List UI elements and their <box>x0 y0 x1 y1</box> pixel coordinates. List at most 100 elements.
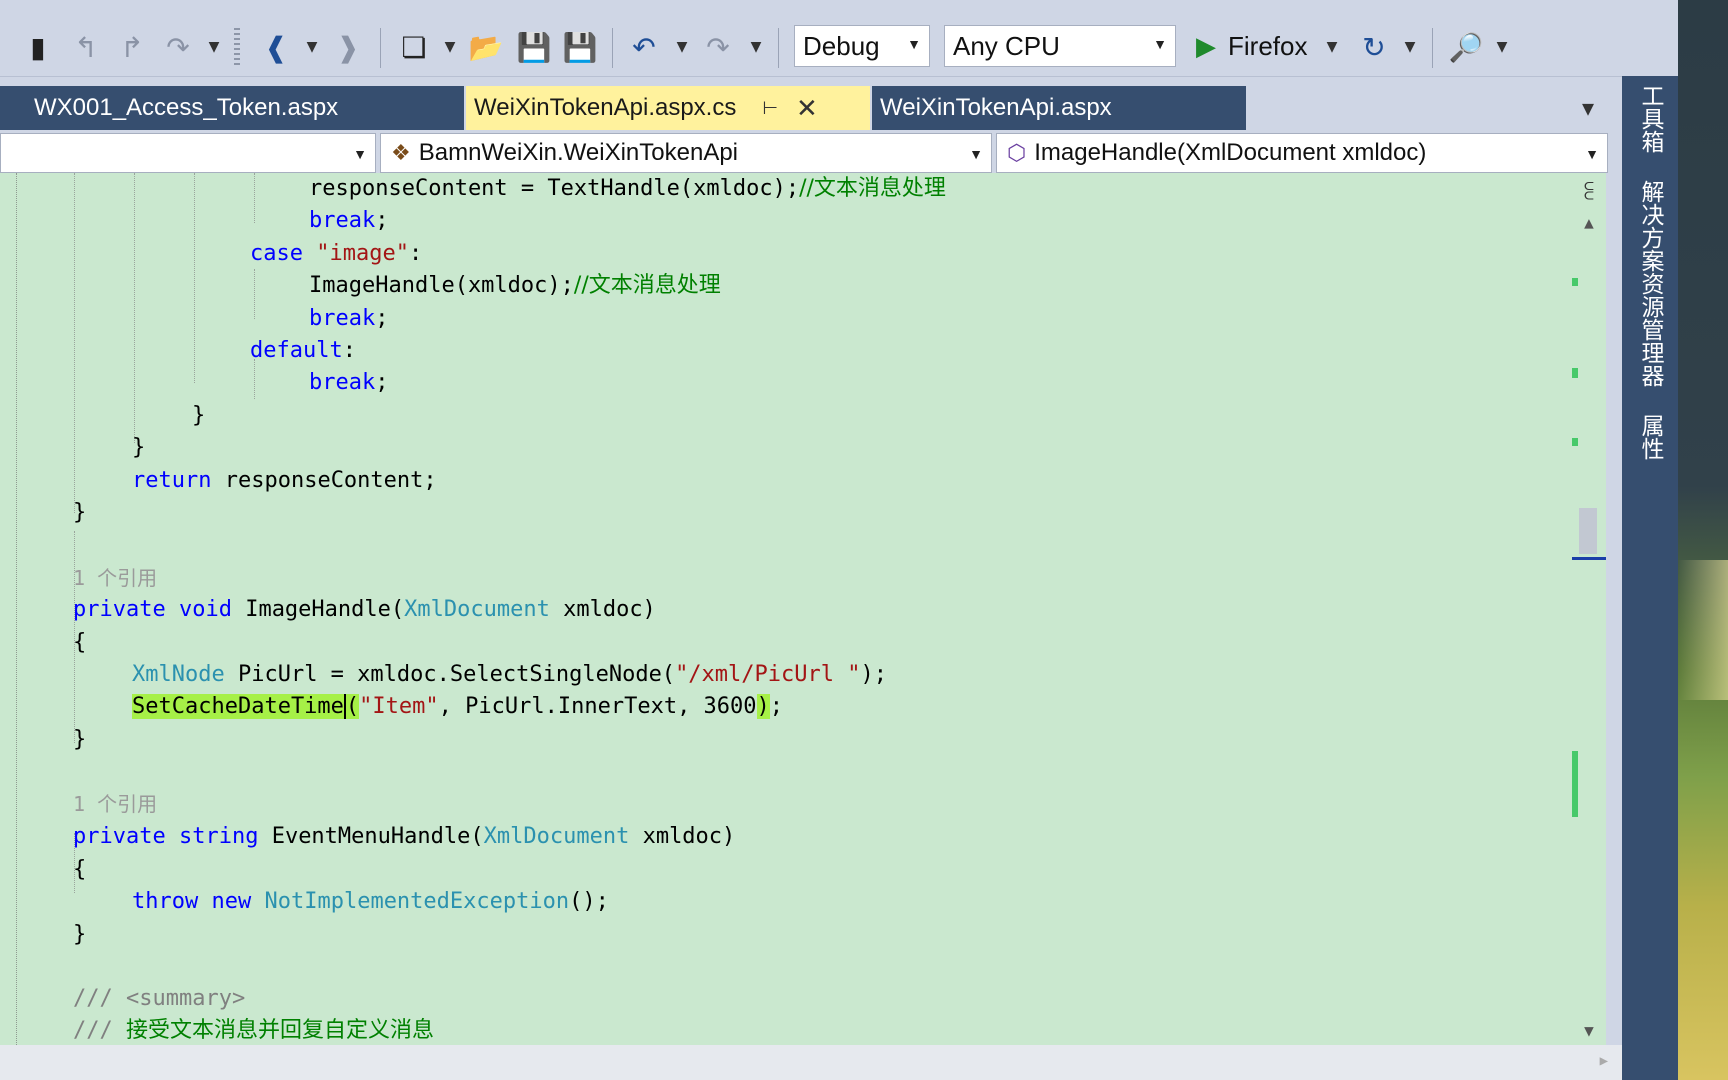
code-line: XmlNode PicUrl = xmldoc.SelectSingleNode… <box>132 659 887 691</box>
xml-doc-tag: <summary> <box>125 986 246 1011</box>
change-marker <box>1572 278 1578 286</box>
code-comment: //文本消息处理 <box>573 273 721 298</box>
change-marker <box>1572 368 1578 378</box>
split-window-icon[interactable]: ⫕ <box>1572 179 1606 204</box>
code-line: { <box>73 630 87 655</box>
code-token: responseContent = TextHandle(xmldoc); <box>309 176 800 201</box>
code-comment: 接受文本消息并回复自定义消息 <box>125 1018 434 1043</box>
solution-configuration-select[interactable]: Debug ▼ <box>794 25 930 67</box>
xml-doc-prefix: /// <box>73 986 126 1011</box>
indent-guide <box>134 173 135 443</box>
pin-icon[interactable]: ⊢ <box>762 98 778 119</box>
code-line: return responseContent; <box>132 465 437 497</box>
code-type: XmlNode <box>132 662 225 687</box>
code-token: responseContent; <box>211 468 437 493</box>
navigate-back-icon[interactable]: ❰ <box>258 26 294 68</box>
chevron-down-icon: ▼ <box>907 36 921 52</box>
redo-icon[interactable]: ↷ <box>700 26 736 68</box>
toolbar-overflow-icon[interactable]: ▼ <box>1494 26 1510 68</box>
run-target-dropdown-icon[interactable]: ▼ <box>1324 26 1340 68</box>
prev-bookmark-icon[interactable]: ↰ <box>70 26 102 68</box>
solution-configuration-value: Debug <box>803 30 880 61</box>
tab-label: WX001_Access_Token.aspx <box>34 94 339 121</box>
code-line: case "image": <box>250 238 422 270</box>
scrollbar-thumb[interactable] <box>1579 508 1597 554</box>
document-tab-bar: WX001_Access_Token.aspx WeiXinTokenApi.a… <box>0 86 1622 130</box>
code-editor[interactable]: responseContent = TextHandle(xmldoc);//文… <box>0 173 1572 1045</box>
code-token: (); <box>569 889 609 914</box>
indent-guide <box>254 269 255 319</box>
bookmark-icon[interactable]: ▮ <box>22 26 54 68</box>
code-line: responseContent = TextHandle(xmldoc);//文… <box>309 173 946 205</box>
toolbar: ▮ ↰ ↱ ↷ ▼ ❰ ▼ ❱ ❏ ▼ 📂 💾 💾 ↶ ▼ ↷ ▼ Debug … <box>0 0 1678 77</box>
scroll-up-icon[interactable]: ▲ <box>1572 213 1606 232</box>
code-line: private void ImageHandle(XmlDocument xml… <box>73 594 656 626</box>
toolbar-grip[interactable] <box>234 28 240 68</box>
code-token: xmldoc) <box>549 597 656 622</box>
clear-bookmarks-icon[interactable]: ↷ <box>162 26 194 68</box>
tab-weixintokenapi-cs[interactable]: WeiXinTokenApi.aspx.cs ⊢ ✕ <box>466 86 870 130</box>
code-keyword: throw <box>132 889 199 914</box>
close-icon[interactable]: ✕ <box>796 93 818 124</box>
refresh-dropdown-icon[interactable]: ▼ <box>1402 26 1418 68</box>
code-string: "image" <box>316 241 409 266</box>
save-all-icon[interactable]: 💾 <box>562 26 598 68</box>
project-select[interactable]: ▼ <box>0 133 376 173</box>
solution-platform-value: Any CPU <box>953 30 1060 61</box>
class-select[interactable]: ❖ BamnWeiXin.WeiXinTokenApi ▼ <box>380 133 992 173</box>
navigate-back-dropdown-icon[interactable]: ▼ <box>304 26 320 68</box>
toolbar-overflow-icon[interactable]: ▼ <box>206 26 222 68</box>
code-line: ImageHandle(xmldoc);//文本消息处理 <box>309 270 721 302</box>
refresh-icon[interactable]: ↻ <box>1356 26 1392 68</box>
undo-dropdown-icon[interactable]: ▼ <box>674 26 690 68</box>
code-keyword: case <box>250 241 303 266</box>
start-debugging-button[interactable]: ▶ Firefox <box>1196 25 1307 67</box>
solution-platform-select[interactable]: Any CPU ▼ <box>944 25 1176 67</box>
caret-position-marker <box>1572 557 1606 560</box>
code-token: ; <box>375 370 389 395</box>
code-line: break; <box>309 205 388 237</box>
chevron-down-icon: ▼ <box>969 146 983 162</box>
code-token: ; <box>375 306 389 331</box>
brace-match: ( <box>343 694 360 719</box>
properties-tab[interactable]: 属性 <box>1622 414 1678 474</box>
redo-dropdown-icon[interactable]: ▼ <box>748 26 764 68</box>
code-line: private string EventMenuHandle(XmlDocume… <box>73 821 735 853</box>
indent-guide <box>254 173 255 223</box>
navigate-forward-icon[interactable]: ❱ <box>330 26 366 68</box>
code-line: { <box>73 857 87 882</box>
code-keyword: string <box>178 824 259 849</box>
code-token: EventMenuHandle( <box>258 824 484 849</box>
outlining-margin <box>16 173 17 1045</box>
horizontal-scrollbar[interactable]: ▶ <box>0 1045 1622 1080</box>
code-token: , PicUrl.InnerText, 3600 <box>438 694 757 719</box>
codelens-references[interactable]: 1 个引用 <box>73 562 157 594</box>
toolbar-separator <box>1432 28 1433 68</box>
open-file-icon[interactable]: 📂 <box>468 26 504 68</box>
code-token: ImageHandle( <box>231 597 405 622</box>
code-line-current: SetCacheDateTime("Item", PicUrl.InnerTex… <box>132 691 783 723</box>
toolbar-separator <box>380 28 381 68</box>
toolbar-separator <box>612 28 613 68</box>
undo-icon[interactable]: ↶ <box>626 26 662 68</box>
scroll-right-icon[interactable]: ▶ <box>1600 1053 1608 1069</box>
code-line: break; <box>309 303 388 335</box>
member-select[interactable]: ⬡ ImageHandle(XmlDocument xmldoc) ▼ <box>996 133 1608 173</box>
save-icon[interactable]: 💾 <box>516 26 552 68</box>
new-project-icon[interactable]: ❏ <box>396 26 432 68</box>
browser-link-icon[interactable]: 🔎 <box>1448 26 1484 68</box>
tab-wx001-access-token[interactable]: WX001_Access_Token.aspx <box>0 86 464 130</box>
code-keyword: break <box>309 208 376 233</box>
code-comment: //文本消息处理 <box>799 176 946 201</box>
desktop-highlight <box>1678 560 1728 700</box>
vertical-scrollbar[interactable]: ⫕ ▲ ▼ <box>1572 173 1606 1045</box>
scroll-down-icon[interactable]: ▼ <box>1572 1021 1606 1040</box>
class-value: BamnWeiXin.WeiXinTokenApi <box>418 139 738 166</box>
solution-explorer-tab[interactable]: 解决方案资源管理器 <box>1622 180 1678 400</box>
next-bookmark-icon[interactable]: ↱ <box>116 26 148 68</box>
new-project-dropdown-icon[interactable]: ▼ <box>442 26 458 68</box>
codelens-references[interactable]: 1 个引用 <box>73 788 157 820</box>
tab-weixintokenapi-aspx[interactable]: WeiXinTokenApi.aspx <box>872 86 1246 130</box>
toolbox-tab[interactable]: 工具箱 <box>1622 84 1678 164</box>
tab-list-dropdown-icon[interactable]: ▼ <box>1582 96 1594 120</box>
